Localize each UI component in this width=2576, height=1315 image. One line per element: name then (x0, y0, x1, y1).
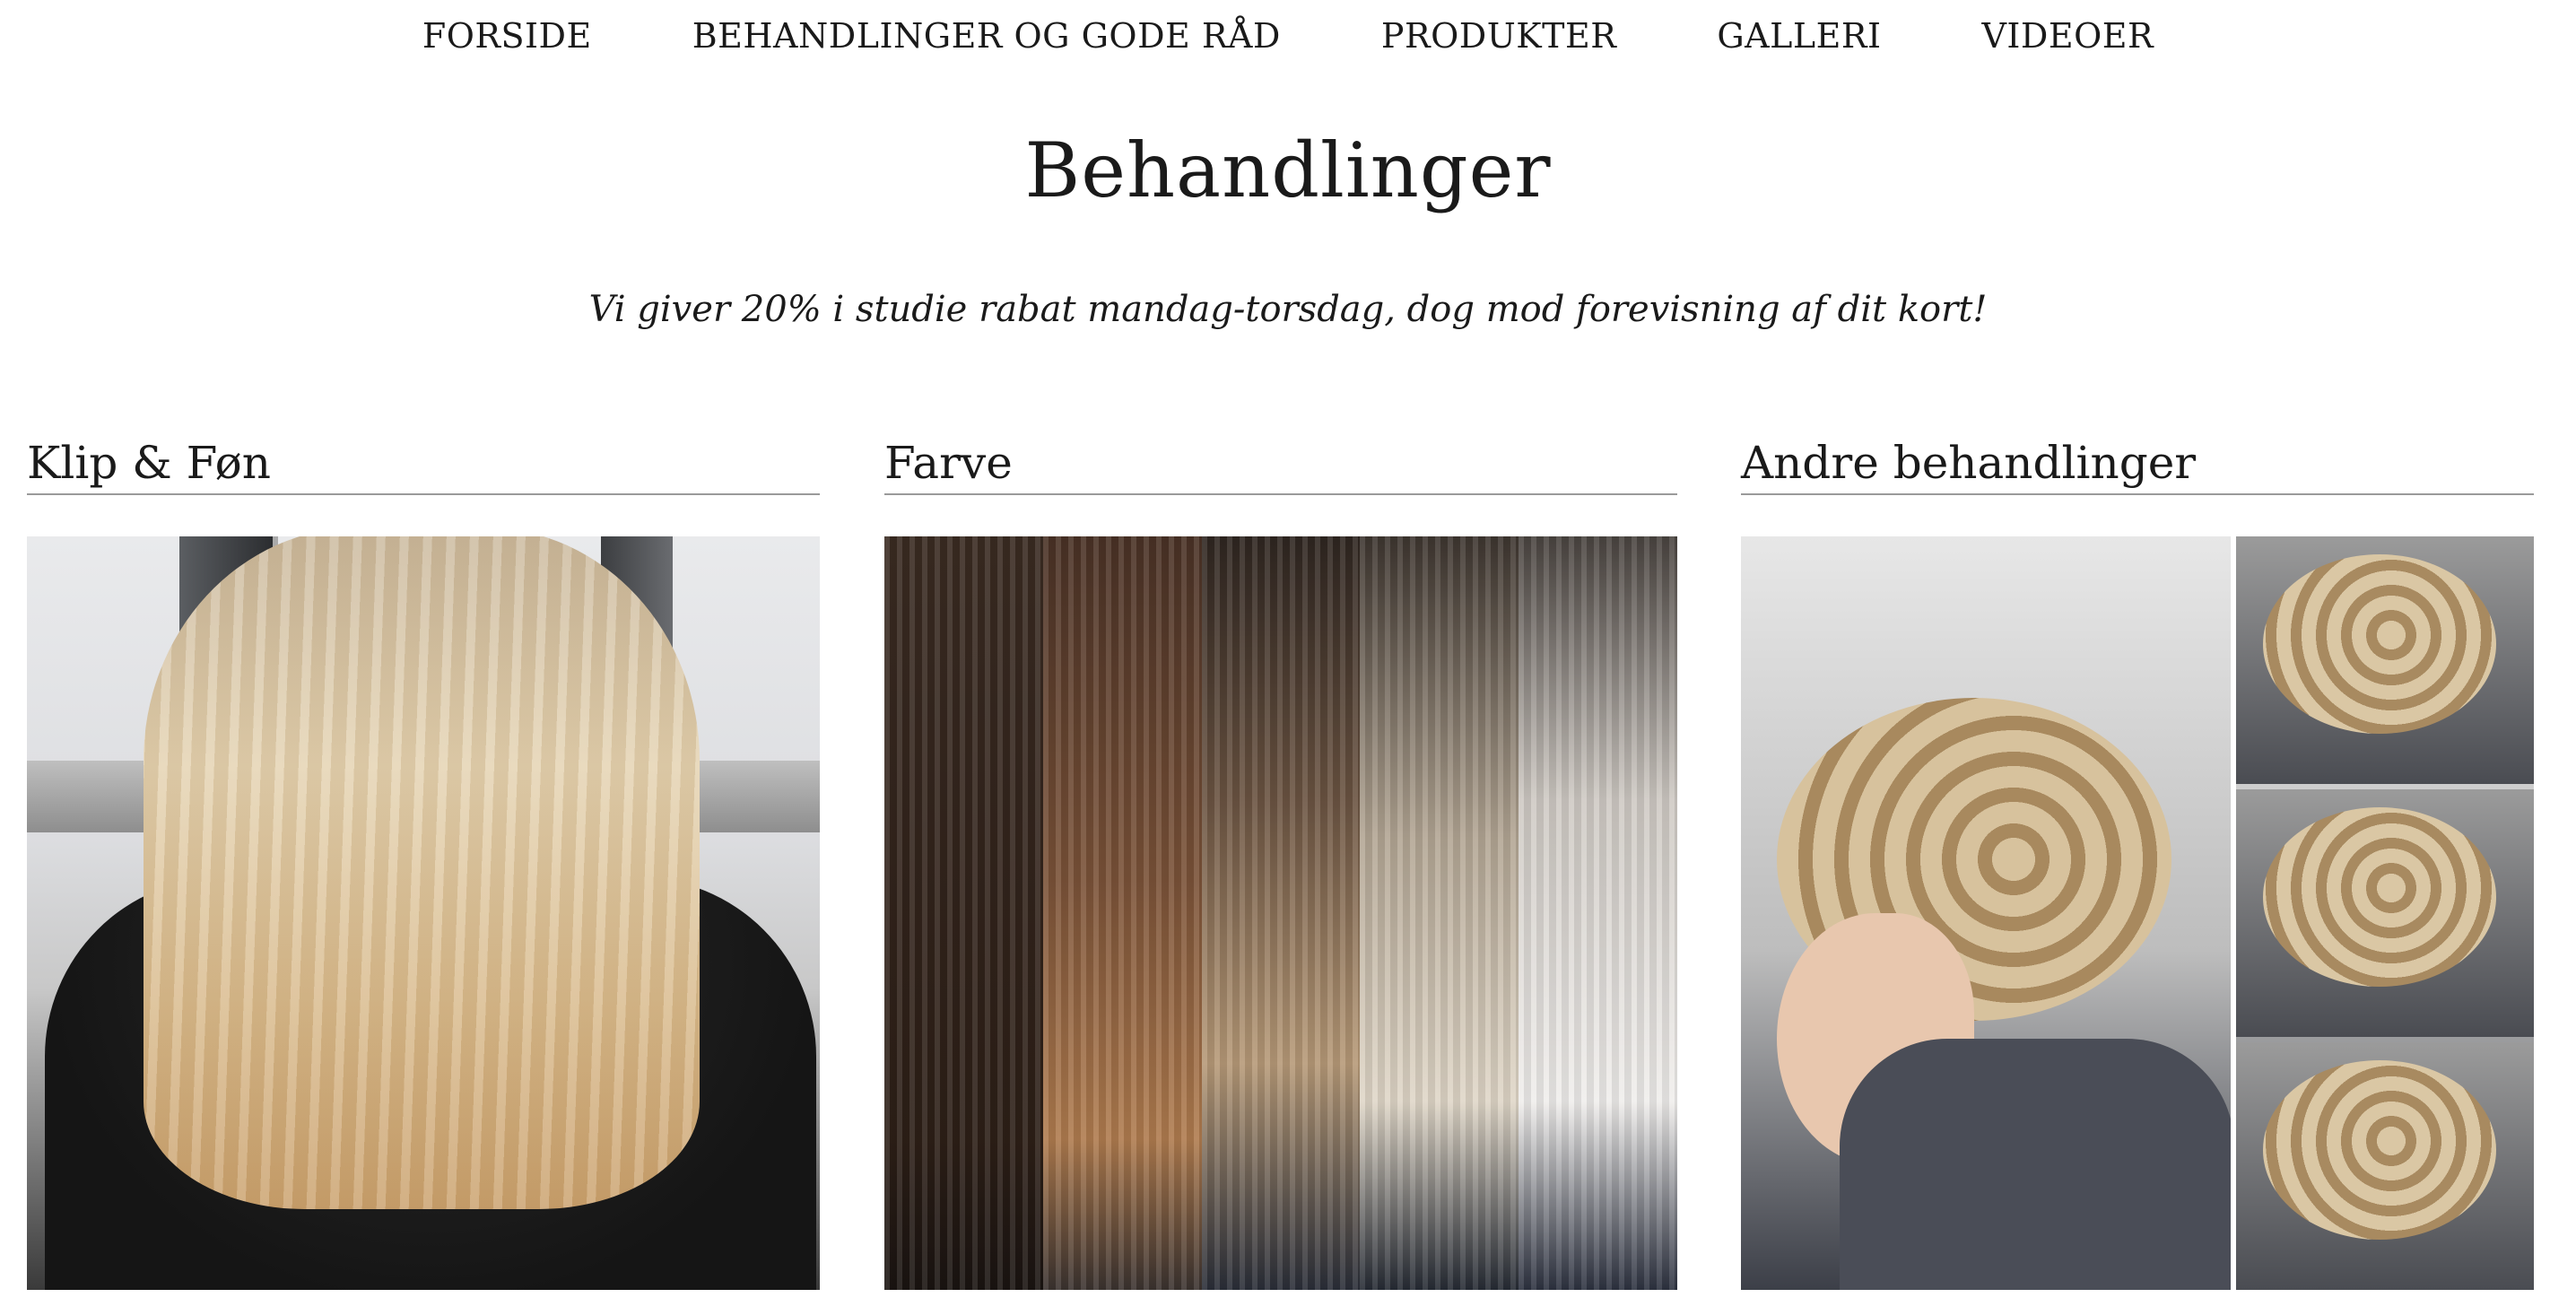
category-klip-foen: Klip & Føn (27, 431, 820, 1290)
hair-swatch (1519, 536, 1677, 1290)
collage-tile (2236, 789, 2534, 1037)
nav-item-forside[interactable]: FORSIDE (422, 16, 592, 56)
main-navigation: FORSIDE BEHANDLINGER OG GODE RÅD PRODUKT… (0, 0, 2576, 72)
nav-item-behandlinger[interactable]: BEHANDLINGER OG GODE RÅD (692, 16, 1281, 56)
collage-tile (2236, 1042, 2534, 1290)
hair-swatch (1042, 536, 1202, 1290)
page-title: Behandlinger (1024, 126, 1552, 214)
braid (2263, 554, 2496, 734)
student-discount-text: Vi giver 20% i studie rabat mandag-torsd… (588, 289, 1988, 330)
category-andre-behandlinger: Andre behandlinger (1741, 431, 2534, 1290)
hair-swatch (884, 536, 1043, 1290)
category-heading: Andre behandlinger (1741, 431, 2534, 495)
category-farve: Farve (884, 431, 1677, 1290)
category-heading: Klip & Føn (27, 431, 820, 495)
braid (2263, 807, 2496, 987)
braid (2263, 1060, 2496, 1240)
client-shirt (1840, 1039, 2234, 1290)
blonde-haircut-photo[interactable] (27, 536, 820, 1290)
nav-item-produkter[interactable]: PRODUKTER (1381, 16, 1616, 56)
blonde-hair (144, 536, 700, 1209)
braided-updo-collage-photo[interactable] (1741, 536, 2534, 1290)
hair-swatch (1360, 536, 1519, 1290)
category-heading: Farve (884, 431, 1677, 495)
nav-item-galleri[interactable]: GALLERI (1717, 16, 1881, 56)
hair-color-swatches-photo[interactable] (884, 536, 1677, 1290)
nav-item-videoer[interactable]: VIDEOER (1981, 16, 2154, 56)
hair-swatch (1201, 536, 1361, 1290)
collage-tile (2236, 536, 2534, 784)
